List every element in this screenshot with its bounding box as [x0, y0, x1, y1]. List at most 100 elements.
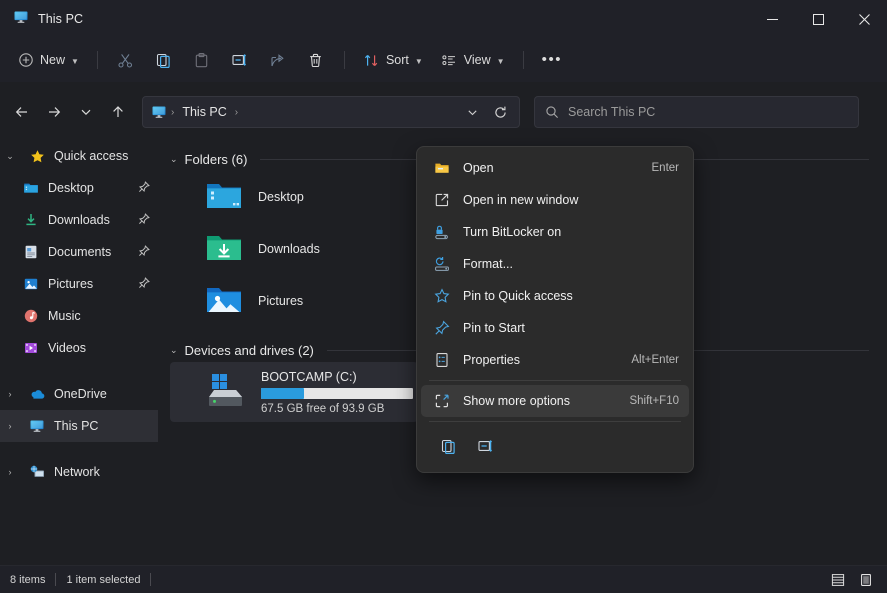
share-button[interactable]	[260, 44, 296, 76]
context-menu-accel: Shift+F10	[629, 395, 679, 407]
chevron-down-icon[interactable]: ⌄	[170, 345, 178, 356]
sidebar-label: Music	[48, 309, 81, 323]
network-icon	[28, 464, 46, 481]
bitlocker-lock-icon	[433, 224, 450, 240]
back-arrow-icon	[15, 107, 27, 117]
sidebar-item-network[interactable]: › Network	[0, 456, 158, 488]
folder-tile-pictures[interactable]: Pictures	[170, 275, 402, 327]
scissors-icon	[118, 53, 133, 68]
new-button[interactable]: New ▼	[10, 44, 87, 76]
toolbar-divider	[96, 51, 98, 69]
sidebar-item-documents[interactable]: Documents	[0, 236, 158, 268]
context-menu-item-pin-to-start[interactable]: Pin to Start	[421, 312, 689, 344]
pin-icon[interactable]	[138, 212, 150, 228]
drive-name-label: BOOTCAMP (C:)	[261, 369, 357, 384]
status-selection: 1 item selected	[66, 573, 141, 586]
context-menu-label: Turn BitLocker on	[463, 225, 562, 239]
chevron-right-icon[interactable]: ›	[0, 421, 20, 431]
context-menu-item-properties[interactable]: Properties Alt+Enter	[421, 344, 689, 376]
sidebar-item-downloads[interactable]: Downloads	[0, 204, 158, 236]
context-menu-icon-row	[421, 426, 689, 467]
folder-tile-label: Desktop	[258, 190, 304, 204]
copy-icon	[441, 439, 455, 454]
sidebar-item-music[interactable]: Music	[0, 300, 158, 332]
chevron-down-icon[interactable]: ⌄	[170, 154, 178, 165]
downloads-folder-icon	[204, 227, 244, 272]
chevron-right-icon[interactable]: ›	[0, 389, 20, 399]
chevron-down-icon[interactable]: ⌄	[0, 151, 20, 162]
this-pc-monitor-icon	[151, 104, 167, 120]
up-button[interactable]	[102, 96, 134, 128]
context-menu-label: Open	[463, 161, 494, 175]
search-box[interactable]: Search This PC	[534, 96, 859, 128]
paste-button[interactable]	[184, 44, 220, 76]
context-menu-item-format[interactable]: Format...	[421, 248, 689, 280]
trash-icon	[310, 53, 322, 67]
show-more-options-icon	[433, 393, 450, 409]
chevron-down-icon	[467, 109, 477, 115]
plus-circle-icon	[19, 53, 33, 67]
command-toolbar: New ▼ Sort ▼ View ▼ •••	[0, 38, 887, 82]
drive-capacity-fill	[261, 387, 304, 399]
folders-group-title: Folders (6)	[184, 152, 248, 167]
folder-open-icon	[433, 160, 450, 176]
search-input[interactable]: Search This PC	[568, 105, 655, 119]
drives-group-title: Devices and drives (2)	[184, 343, 314, 358]
back-button[interactable]	[6, 96, 38, 128]
drive-tile-bootcamp[interactable]: BOOTCAMP (C:) 67.5 GB free of 93.9 GB	[170, 362, 418, 422]
delete-button[interactable]	[298, 44, 334, 76]
breadcrumb-this-pc[interactable]: This PC	[178, 103, 230, 121]
paste-icon	[196, 52, 208, 67]
sidebar-item-pictures[interactable]: Pictures	[0, 268, 158, 300]
context-menu-item-turn-bitlocker-on[interactable]: Turn BitLocker on	[421, 216, 689, 248]
sidebar-item-onedrive[interactable]: › OneDrive	[0, 378, 158, 410]
refresh-button[interactable]	[487, 99, 513, 125]
chevron-right-icon[interactable]: ›	[0, 467, 20, 477]
recent-locations-button[interactable]	[70, 96, 102, 128]
minimize-button[interactable]	[749, 0, 795, 38]
status-view-toggles	[827, 570, 877, 590]
context-copy-button[interactable]	[433, 431, 463, 461]
context-menu-item-open[interactable]: Open Enter	[421, 152, 689, 184]
pin-icon[interactable]	[138, 276, 150, 292]
details-view-toggle[interactable]	[827, 570, 849, 590]
close-button[interactable]	[841, 0, 887, 38]
breadcrumb-separator-2[interactable]: ›	[235, 107, 238, 118]
copy-button[interactable]	[146, 44, 182, 76]
context-menu-label: Pin to Quick access	[463, 289, 573, 303]
sidebar-item-videos[interactable]: Videos	[0, 332, 158, 364]
tiles-view-toggle[interactable]	[855, 570, 877, 590]
properties-icon	[433, 352, 450, 368]
view-button[interactable]: View ▼	[433, 44, 513, 76]
context-rename-button[interactable]	[471, 431, 501, 461]
context-menu-item-show-more-options[interactable]: Show more options Shift+F10	[421, 385, 689, 417]
context-menu-divider-2	[429, 421, 681, 422]
rename-icon	[478, 440, 492, 452]
desktop-folder-icon	[22, 180, 40, 196]
pin-icon[interactable]	[138, 180, 150, 196]
chevron-down-icon	[81, 109, 91, 116]
cut-button[interactable]	[108, 44, 144, 76]
address-bar[interactable]: › This PC ›	[142, 96, 520, 128]
sidebar-item-this-pc[interactable]: › This PC	[0, 410, 158, 442]
context-menu-label: Show more options	[463, 394, 571, 408]
rename-button[interactable]	[222, 44, 258, 76]
context-menu-item-pin-to-quick-access[interactable]: Pin to Quick access	[421, 280, 689, 312]
more-options-button[interactable]: •••	[534, 44, 571, 76]
pin-icon[interactable]	[138, 244, 150, 260]
folder-tile-desktop[interactable]: Desktop	[170, 171, 402, 223]
sort-button[interactable]: Sort ▼	[355, 44, 431, 76]
folder-tile-downloads[interactable]: Downloads	[170, 223, 402, 275]
windows-drive-icon	[204, 370, 248, 415]
forward-button[interactable]	[38, 96, 70, 128]
context-menu: Open Enter Open in new window Turn BitLo…	[416, 146, 694, 473]
maximize-button[interactable]	[795, 0, 841, 38]
sidebar-item-desktop[interactable]: Desktop	[0, 172, 158, 204]
address-dropdown-button[interactable]	[459, 99, 485, 125]
context-menu-item-open-in-new-window[interactable]: Open in new window	[421, 184, 689, 216]
folder-tile-label: Downloads	[258, 242, 320, 256]
view-button-label: View	[463, 53, 491, 67]
navigation-pane: ⌄ Quick access Desktop Downloads Documen…	[0, 140, 158, 565]
sidebar-item-quick-access[interactable]: ⌄ Quick access	[0, 140, 158, 172]
